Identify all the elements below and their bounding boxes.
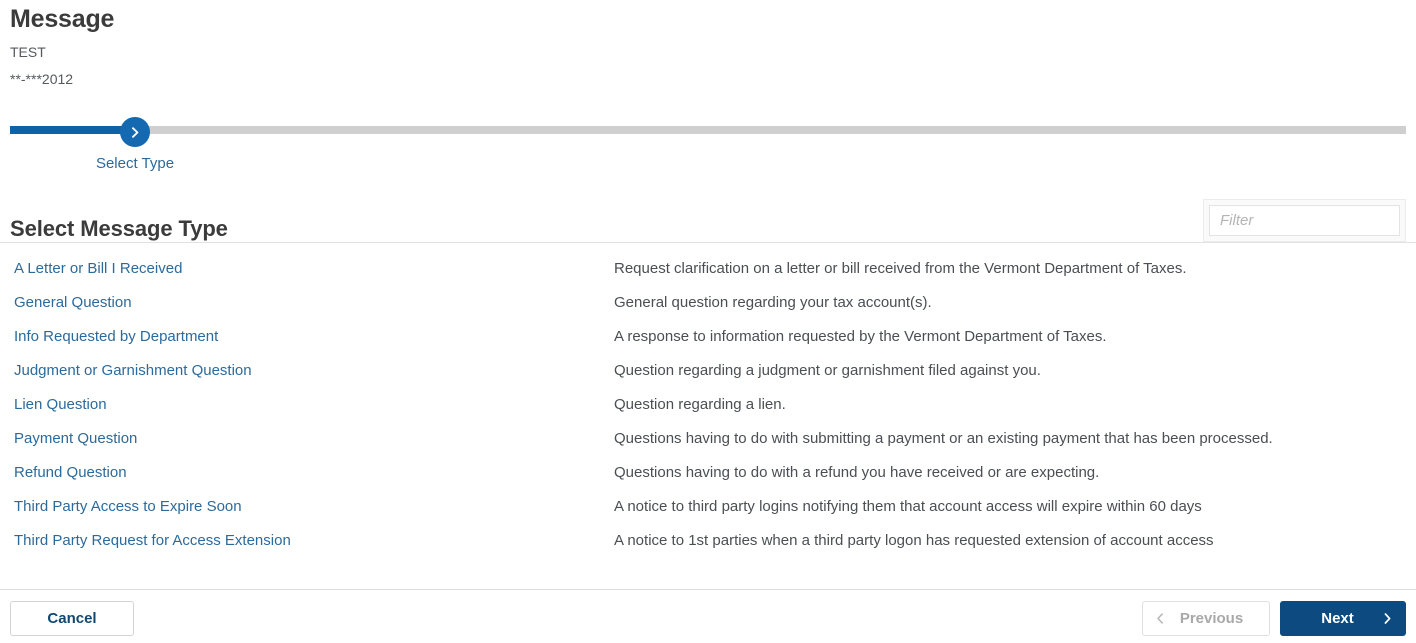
section-heading: Select Message Type <box>10 216 228 241</box>
message-type-link[interactable]: Refund Question <box>14 464 127 481</box>
previous-button[interactable]: Previous <box>1142 601 1270 636</box>
next-button-label: Next <box>1321 610 1354 627</box>
table-row[interactable]: Third Party Request for Access Extension… <box>0 523 1416 557</box>
message-type-link[interactable]: General Question <box>14 294 132 311</box>
filter-input[interactable] <box>1209 205 1400 236</box>
page-title: Message <box>10 5 115 33</box>
cancel-button-label: Cancel <box>47 610 97 627</box>
message-type-description: Questions having to do with submitting a… <box>614 429 1273 447</box>
cancel-button[interactable]: Cancel <box>10 601 134 636</box>
message-type-description: A response to information requested by t… <box>614 327 1107 345</box>
message-type-description: Request clarification on a letter or bil… <box>614 259 1187 277</box>
section-divider <box>0 242 1416 243</box>
chevron-right-icon <box>129 126 142 139</box>
message-type-list: A Letter or Bill I Received Request clar… <box>0 251 1416 557</box>
message-type-link[interactable]: Payment Question <box>14 430 137 447</box>
message-type-description: A notice to 1st parties when a third par… <box>614 531 1214 549</box>
table-row[interactable]: Judgment or Garnishment Question Questio… <box>0 353 1416 387</box>
chevron-left-icon <box>1155 612 1166 625</box>
table-row[interactable]: A Letter or Bill I Received Request clar… <box>0 251 1416 285</box>
step-label-select-type: Select Type <box>95 155 175 172</box>
message-type-link[interactable]: A Letter or Bill I Received <box>14 260 182 277</box>
footer-divider <box>0 589 1416 590</box>
wizard-progress-bar <box>10 126 1406 134</box>
chevron-right-icon <box>1382 612 1393 625</box>
account-name: TEST <box>10 44 46 60</box>
message-type-description: Question regarding a lien. <box>614 395 786 413</box>
table-row[interactable]: Info Requested by Department A response … <box>0 319 1416 353</box>
message-type-description: A notice to third party logins notifying… <box>614 497 1202 515</box>
previous-button-label: Previous <box>1179 610 1244 627</box>
message-wizard-page: Message TEST **-***2012 Select Type Sele… <box>0 0 1416 643</box>
progress-fill <box>10 126 122 134</box>
progress-track <box>10 126 1406 134</box>
table-row[interactable]: Lien Question Question regarding a lien. <box>0 387 1416 421</box>
message-type-link[interactable]: Third Party Access to Expire Soon <box>14 498 242 515</box>
message-type-link[interactable]: Info Requested by Department <box>14 328 218 345</box>
table-row[interactable]: Payment Question Questions having to do … <box>0 421 1416 455</box>
table-row[interactable]: General Question General question regard… <box>0 285 1416 319</box>
filter-container <box>1203 199 1406 242</box>
message-type-link[interactable]: Third Party Request for Access Extension <box>14 532 291 549</box>
table-row[interactable]: Refund Question Questions having to do w… <box>0 455 1416 489</box>
message-type-description: General question regarding your tax acco… <box>614 293 932 311</box>
step-node-select-type[interactable] <box>120 117 150 147</box>
message-type-description: Question regarding a judgment or garnish… <box>614 361 1041 379</box>
message-type-description: Questions having to do with a refund you… <box>614 463 1100 481</box>
message-type-link[interactable]: Lien Question <box>14 396 107 413</box>
account-identifier: **-***2012 <box>10 71 74 87</box>
table-row[interactable]: Third Party Access to Expire Soon A noti… <box>0 489 1416 523</box>
message-type-link[interactable]: Judgment or Garnishment Question <box>14 362 252 379</box>
next-button[interactable]: Next <box>1280 601 1406 636</box>
